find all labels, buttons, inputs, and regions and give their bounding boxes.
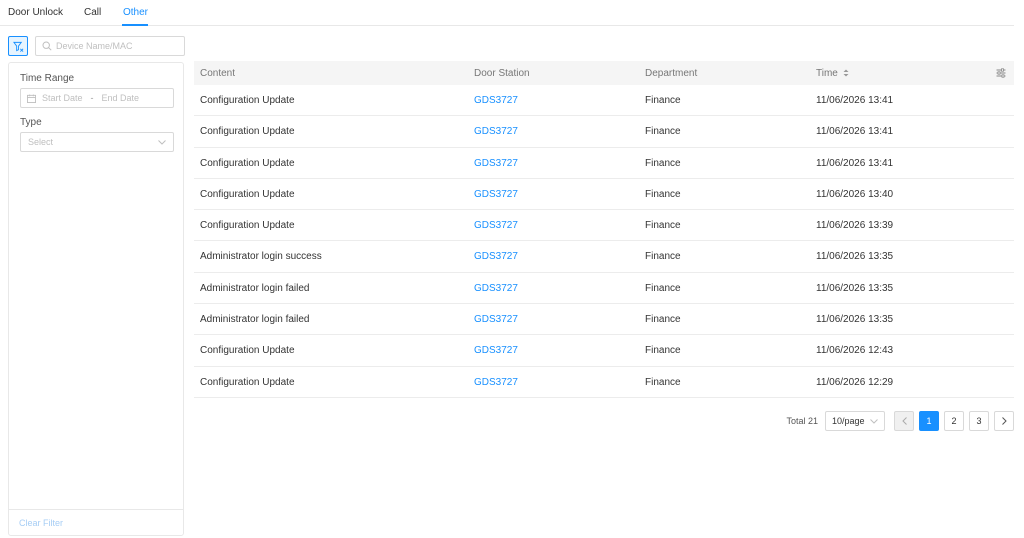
cell-content: Configuration Update — [200, 95, 295, 106]
cell-department: Finance — [645, 157, 681, 169]
filter-icon — [12, 41, 23, 52]
table-row[interactable]: Administrator login success GDS3727 Financ… — [194, 241, 1014, 273]
cell-time: 11/06/2026 13:35 — [816, 282, 894, 294]
tab-bar: Door Unlock Call Other — [0, 0, 1014, 26]
cell-door-station-link[interactable]: GDS3727 — [474, 251, 518, 262]
tab-call[interactable]: Call — [84, 7, 101, 18]
chevron-left-icon — [901, 417, 907, 425]
cell-door-station-link[interactable]: GDS3727 — [474, 158, 518, 169]
pagination: Total 21 10/page 1 2 3 — [786, 411, 1014, 431]
cell-door-station-link[interactable]: GDS3727 — [474, 220, 518, 231]
table-row[interactable]: Configuration Update GDS3727 Finance 11/06/… — [194, 148, 1014, 179]
chevron-down-icon — [870, 418, 878, 424]
cell-content: Administrator login failed — [200, 282, 310, 294]
search-input[interactable] — [56, 41, 176, 51]
table-row[interactable]: Configuration Update GDS3727 Finance 11/06/… — [194, 210, 1014, 242]
column-settings-icon[interactable] — [996, 68, 1006, 78]
range-separator: - — [90, 93, 94, 103]
cell-department: Finance — [645, 376, 681, 388]
cell-content: Configuration Update — [200, 157, 295, 169]
cell-department: Finance — [645, 126, 681, 138]
cell-door-station-link[interactable]: GDS3727 — [474, 95, 518, 106]
cell-time: 11/06/2026 13:41 — [816, 126, 894, 138]
sort-icon[interactable] — [843, 69, 849, 77]
type-select[interactable]: Select — [20, 132, 174, 152]
cell-department: Finance — [645, 95, 681, 106]
table-row[interactable]: Administrator login failed GDS3727 Finance… — [194, 273, 1014, 305]
cell-department: Finance — [645, 251, 681, 263]
table-row[interactable]: Configuration Update GDS3727 Finance 11/06/… — [194, 179, 1014, 211]
tab-other[interactable]: Other — [123, 7, 148, 18]
column-header-time[interactable]: Time — [816, 68, 849, 79]
active-tab-indicator — [122, 24, 148, 26]
cell-content: Configuration Update — [200, 345, 295, 357]
column-header-time-label: Time — [816, 68, 838, 79]
chevron-right-icon — [1001, 417, 1007, 425]
column-header-content: Content — [200, 68, 236, 79]
cell-content: Configuration Update — [200, 188, 295, 200]
total-count: Total 21 — [786, 416, 818, 426]
cell-time: 11/06/2026 13:41 — [816, 157, 894, 169]
cell-content: Configuration Update — [200, 376, 295, 388]
cell-door-station-link[interactable]: GDS3727 — [474, 345, 518, 356]
search-box — [35, 36, 185, 56]
clear-filter-button[interactable]: Clear Filter — [19, 518, 63, 528]
cell-door-station-link[interactable]: GDS3727 — [474, 126, 518, 137]
cell-time: 11/06/2026 12:29 — [816, 376, 894, 388]
filter-toggle-button[interactable] — [8, 36, 28, 56]
cell-department: Finance — [645, 282, 681, 294]
time-range-label: Time Range — [20, 73, 75, 84]
table-body: Configuration Update GDS3727 Finance 11/06/… — [194, 85, 1014, 398]
cell-content: Administrator login failed — [200, 314, 310, 326]
search-icon — [42, 41, 52, 51]
start-date-placeholder: Start Date — [42, 93, 83, 103]
cell-department: Finance — [645, 220, 681, 232]
cell-time: 11/06/2026 13:41 — [816, 95, 894, 106]
page-size-value: 10/page — [832, 416, 865, 426]
calendar-icon — [27, 93, 36, 103]
next-page-button[interactable] — [994, 411, 1014, 431]
table-row[interactable]: Administrator login failed GDS3727 Finance… — [194, 304, 1014, 336]
filter-panel-footer: Clear Filter — [9, 509, 183, 535]
column-header-door-station: Door Station — [474, 68, 530, 79]
type-select-placeholder: Select — [28, 137, 54, 147]
cell-time: 11/06/2026 13:40 — [816, 188, 894, 200]
cell-door-station-link[interactable]: GDS3727 — [474, 314, 518, 325]
cell-content: Administrator login success — [200, 251, 322, 263]
cell-time: 11/06/2026 12:43 — [816, 345, 894, 357]
table-row[interactable]: Configuration Update GDS3727 Finance 11/06/… — [194, 116, 1014, 148]
cell-department: Finance — [645, 314, 681, 326]
table-header: Content Door Station Department Time — [194, 61, 1014, 85]
table-row[interactable]: Configuration Update GDS3727 Finance 11/06/… — [194, 335, 1014, 367]
page-1-button[interactable]: 1 — [919, 411, 939, 431]
date-range-picker[interactable]: Start Date - End Date — [20, 88, 174, 108]
cell-content: Configuration Update — [200, 220, 295, 232]
page-2-button[interactable]: 2 — [944, 411, 964, 431]
cell-door-station-link[interactable]: GDS3727 — [474, 283, 518, 294]
tab-door-unlock[interactable]: Door Unlock — [8, 7, 63, 18]
chevron-down-icon — [158, 139, 166, 145]
cell-content: Configuration Update — [200, 126, 295, 138]
page-size-select[interactable]: 10/page — [825, 411, 885, 431]
cell-door-station-link[interactable]: GDS3727 — [474, 189, 518, 200]
type-label: Type — [20, 117, 42, 128]
cell-time: 11/06/2026 13:35 — [816, 314, 894, 326]
cell-time: 11/06/2026 13:39 — [816, 220, 894, 232]
page-3-button[interactable]: 3 — [969, 411, 989, 431]
table-row[interactable]: Configuration Update GDS3727 Finance 11/06/… — [194, 367, 1014, 398]
prev-page-button[interactable] — [894, 411, 914, 431]
column-header-department: Department — [645, 68, 698, 79]
cell-time: 11/06/2026 13:35 — [816, 251, 894, 263]
cell-department: Finance — [645, 188, 681, 200]
end-date-placeholder: End Date — [101, 93, 140, 103]
event-table: Content Door Station Department Time Con… — [194, 61, 1014, 398]
filter-panel: Time Range Start Date - End Date Type Se… — [8, 62, 184, 536]
cell-door-station-link[interactable]: GDS3727 — [474, 377, 518, 388]
table-row[interactable]: Configuration Update GDS3727 Finance 11/06/… — [194, 85, 1014, 117]
cell-department: Finance — [645, 345, 681, 357]
